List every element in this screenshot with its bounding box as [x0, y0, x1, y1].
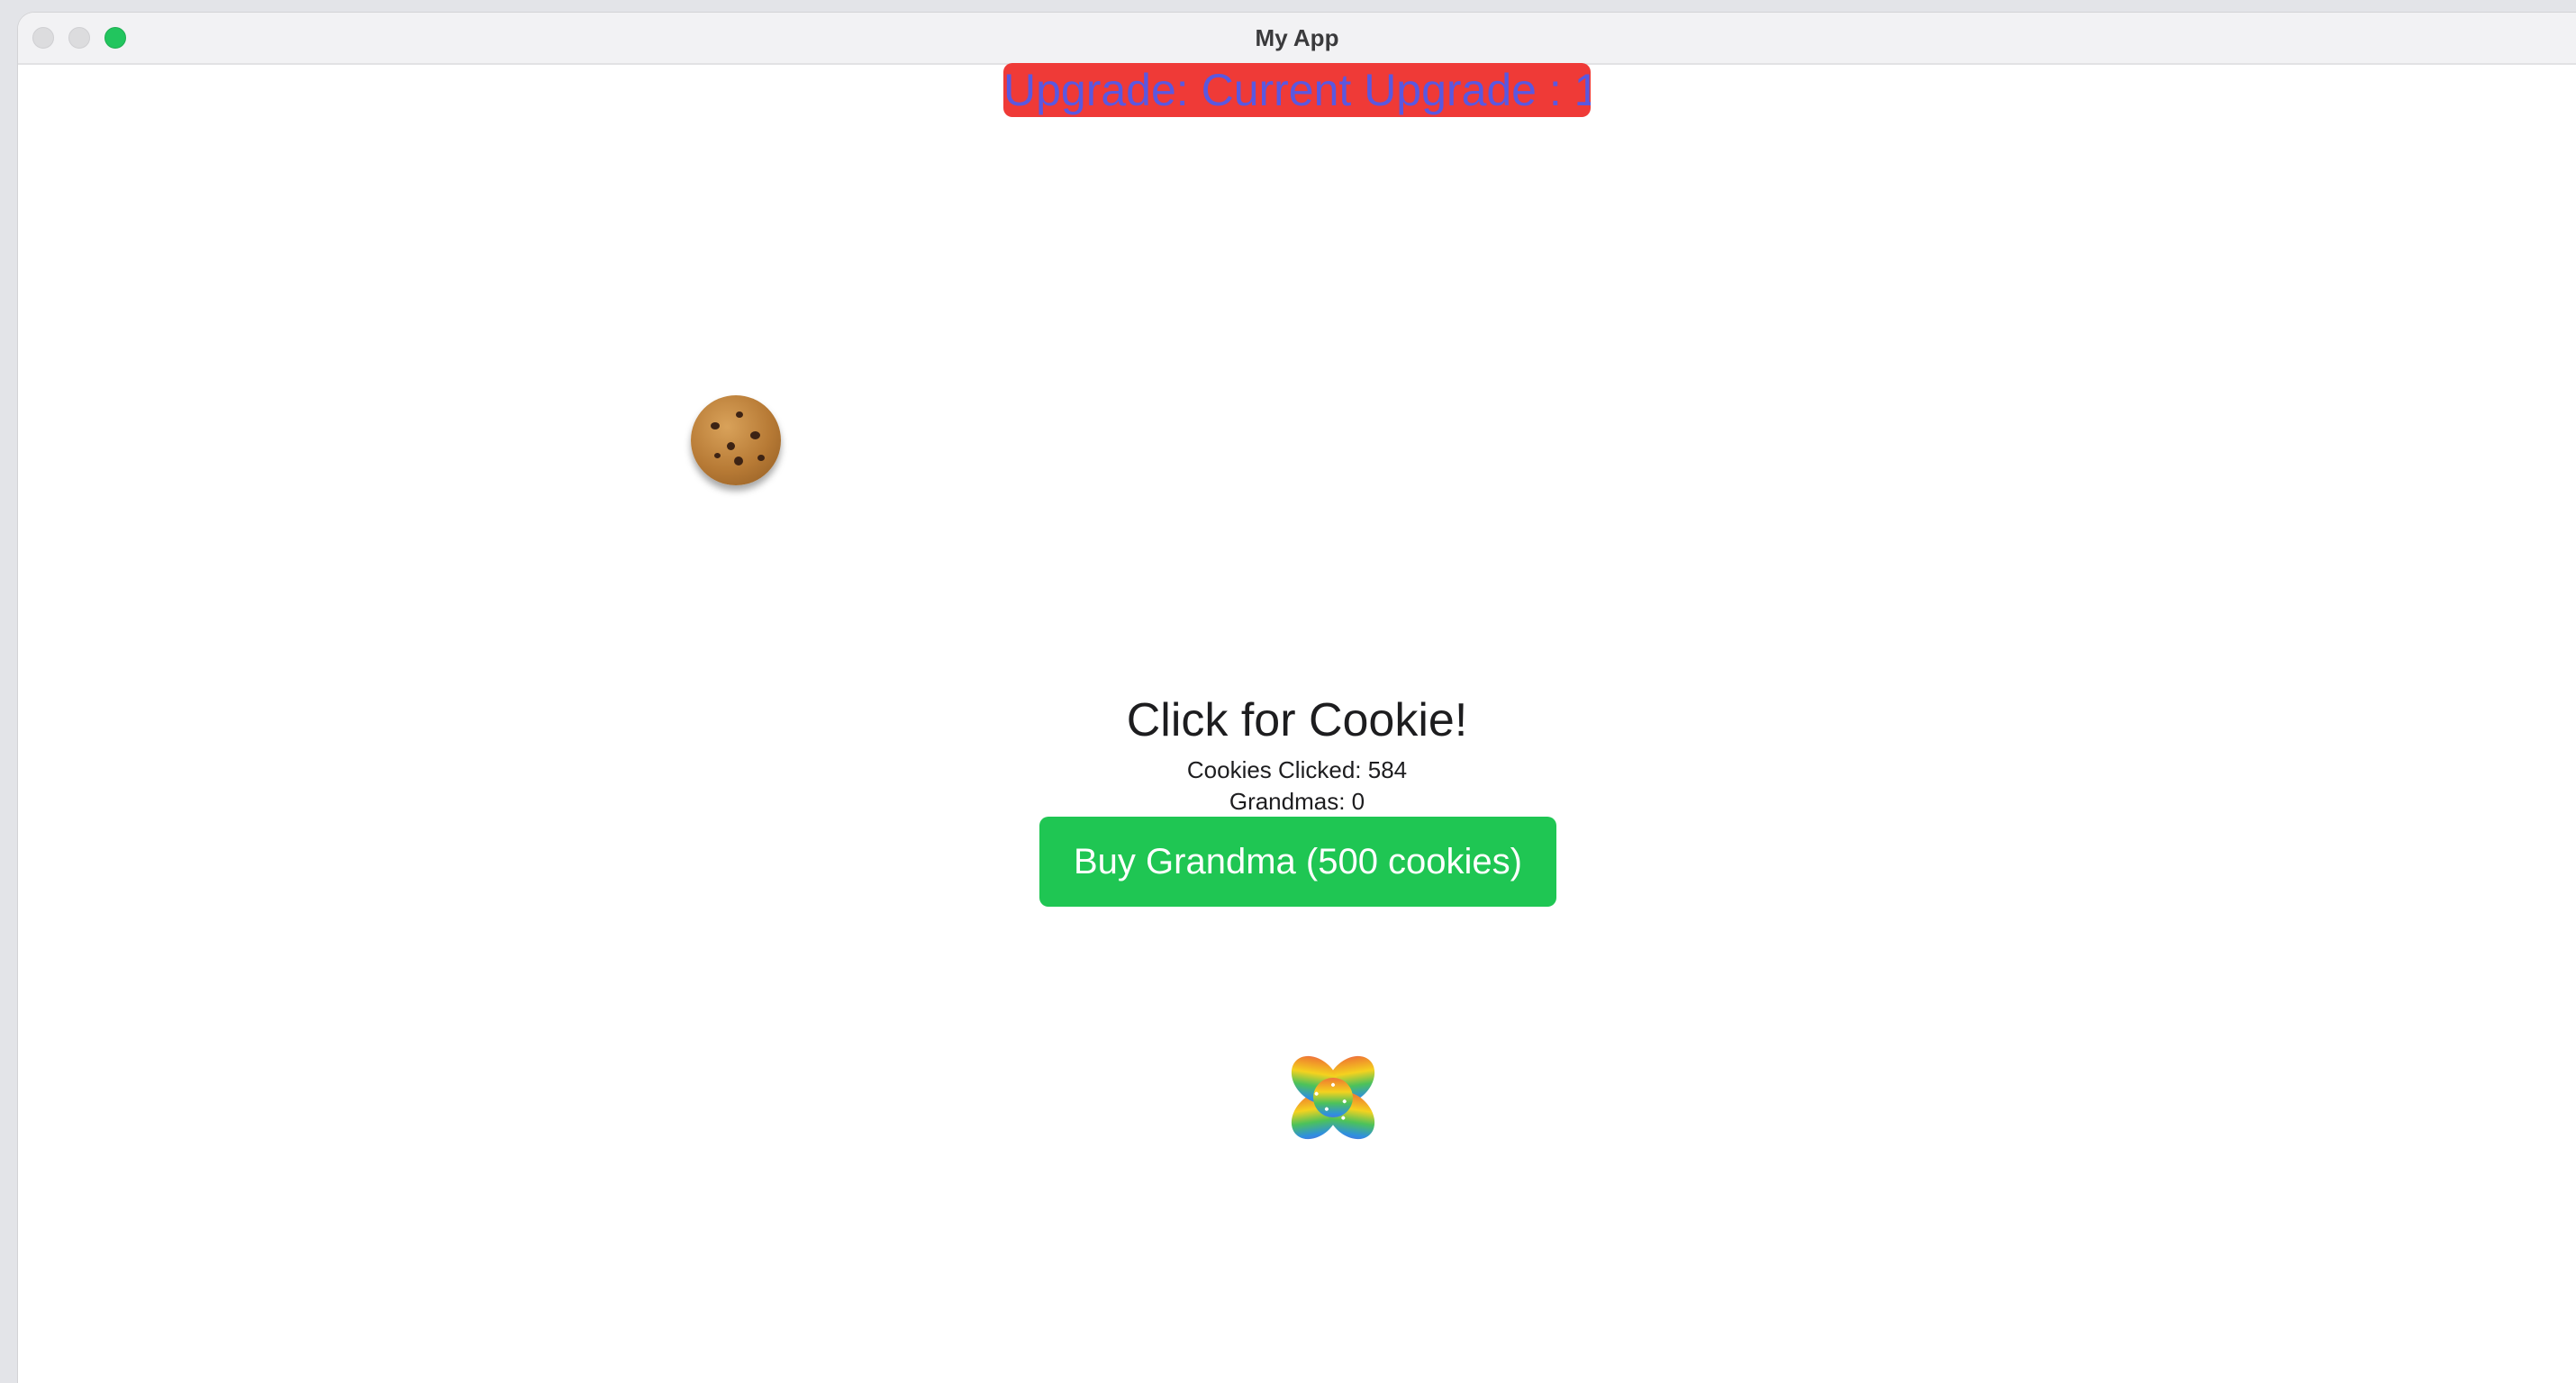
game-title: Click for Cookie! — [1126, 694, 1468, 746]
upgrade-button[interactable]: Upgrade: Current Upgrade : 1 — [1003, 63, 1591, 117]
cookies-clicked-counter: Cookies Clicked: 584 — [1186, 756, 1408, 783]
window-title: My App — [1255, 24, 1339, 51]
app-window: My App Upgrade: Current Upgrade : 1 Clic… — [18, 13, 2576, 1383]
grandmas-counter: Grandmas: 0 — [1229, 788, 1365, 815]
buy-grandma-button[interactable]: Buy Grandma (500 cookies) — [1039, 817, 1556, 907]
rainbow-cookie-icon[interactable] — [1274, 1039, 1392, 1156]
cookie-icon[interactable] — [691, 395, 781, 485]
title-bar[interactable]: My App — [18, 13, 2576, 65]
